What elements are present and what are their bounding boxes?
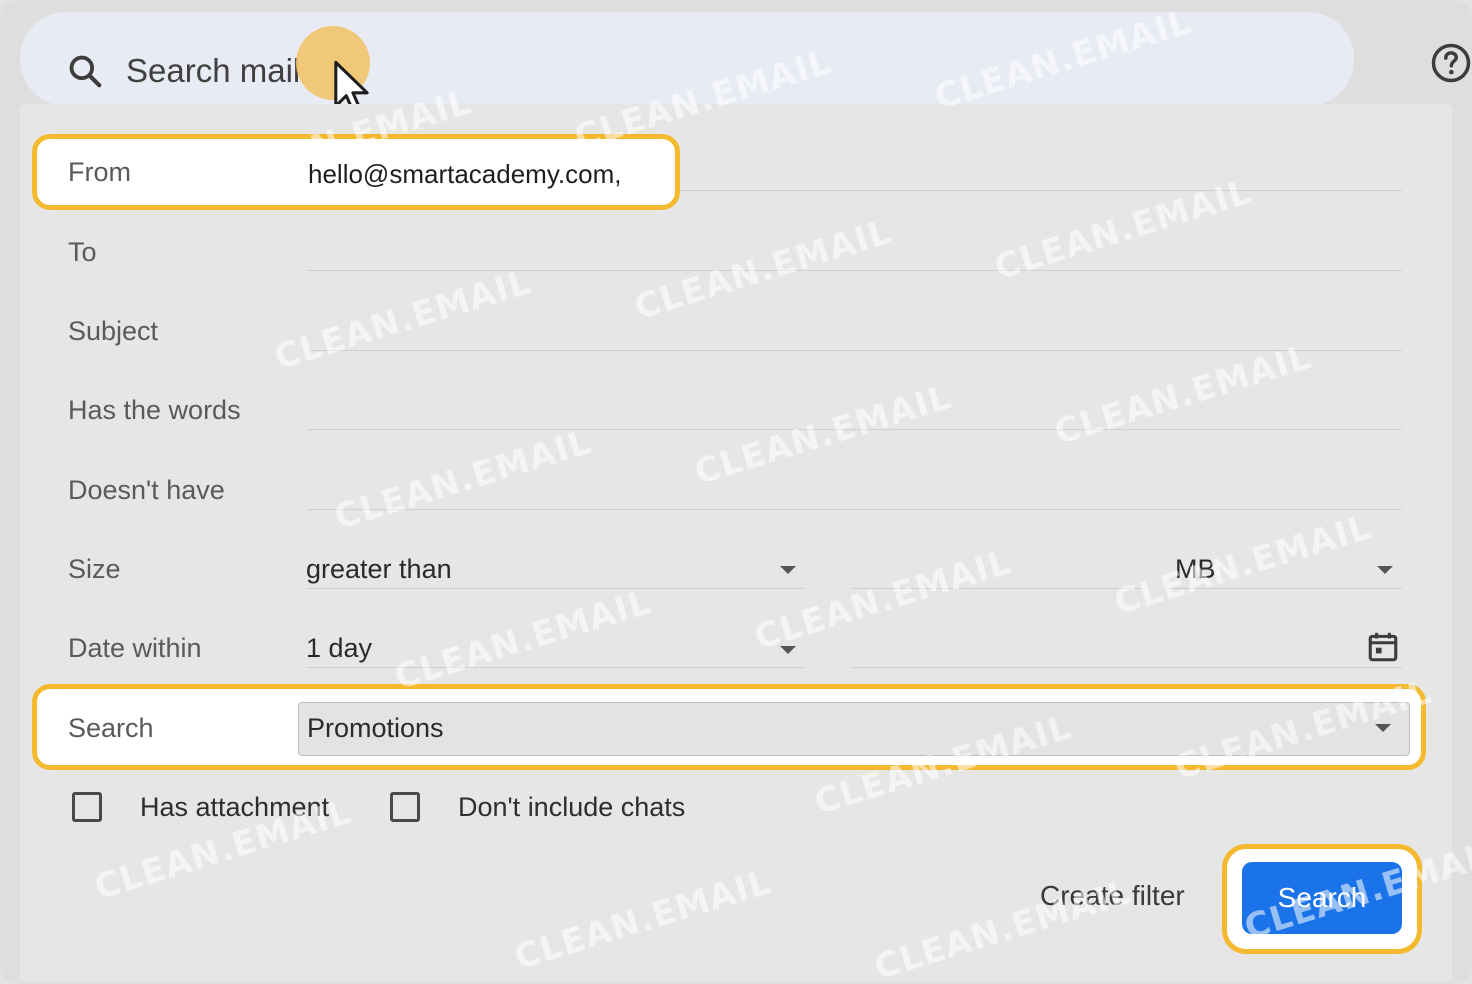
- subject-input[interactable]: [308, 350, 1402, 351]
- size-comparator-select[interactable]: greater than: [306, 554, 452, 585]
- calendar-icon[interactable]: [1366, 630, 1400, 664]
- date-within-select[interactable]: 1 day: [306, 633, 372, 664]
- dont-include-chats-checkbox[interactable]: [390, 792, 420, 822]
- search-button-label: Search: [1277, 882, 1367, 913]
- help-icon[interactable]: [1430, 42, 1472, 84]
- date-within-underline: [306, 667, 804, 668]
- doesnt-have-input[interactable]: [308, 509, 1402, 510]
- dropdown-arrow-icon[interactable]: [780, 566, 796, 574]
- search-in-value: Promotions: [307, 713, 444, 743]
- from-label: From: [68, 157, 131, 187]
- search-in-select[interactable]: [298, 702, 1410, 756]
- has-words-label: Has the words: [68, 395, 241, 425]
- doesnt-have-label: Doesn't have: [68, 475, 225, 505]
- create-filter-button[interactable]: Create filter: [1040, 880, 1185, 912]
- dropdown-arrow-icon[interactable]: [1375, 724, 1391, 732]
- from-underline: [680, 190, 1402, 191]
- search-bar[interactable]: Search mail: [20, 12, 1354, 106]
- dropdown-arrow-icon[interactable]: [780, 646, 796, 654]
- size-unit-underline: [1168, 588, 1402, 589]
- gmail-advanced-search: Search mail From hello@smartacademy.com,…: [0, 0, 1472, 984]
- dont-include-chats-label[interactable]: Don't include chats: [458, 792, 685, 823]
- to-input[interactable]: [308, 270, 1402, 271]
- dropdown-arrow-icon[interactable]: [1377, 566, 1393, 574]
- size-label: Size: [68, 554, 121, 584]
- size-comparator-underline: [306, 588, 804, 589]
- has-attachment-label[interactable]: Has attachment: [140, 792, 329, 823]
- date-input[interactable]: [852, 667, 1402, 668]
- search-button[interactable]: Search: [1242, 862, 1402, 934]
- from-input[interactable]: hello@smartacademy.com,: [308, 159, 621, 190]
- subject-label: Subject: [68, 316, 159, 346]
- size-unit-select[interactable]: MB: [1175, 554, 1216, 585]
- date-within-label: Date within: [68, 633, 202, 663]
- has-attachment-checkbox[interactable]: [72, 792, 102, 822]
- has-words-input[interactable]: [308, 429, 1402, 430]
- search-placeholder: Search mail: [126, 52, 301, 89]
- search-icon[interactable]: [66, 52, 104, 90]
- size-value-input[interactable]: [852, 588, 1142, 589]
- search-in-label: Search: [68, 713, 154, 743]
- to-label: To: [68, 237, 97, 267]
